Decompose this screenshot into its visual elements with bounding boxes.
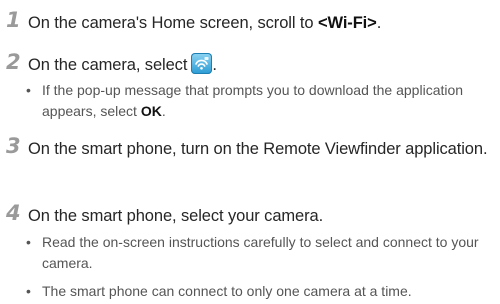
bullet-text-part: . bbox=[161, 103, 166, 119]
step-4-bullets: • Read the on-screen instructions careful… bbox=[26, 232, 490, 302]
step-text: On the smart phone, select your camera. bbox=[28, 207, 324, 225]
step-text-part: . bbox=[376, 14, 382, 32]
bullet-text: The smart phone can connect to only one … bbox=[42, 283, 412, 299]
menu-label-wifi: <Wi-Fi> bbox=[317, 14, 377, 32]
step-number: 1 bbox=[6, 8, 21, 32]
step-number: 2 bbox=[6, 50, 21, 74]
list-item: • If the pop-up message that prompts you … bbox=[26, 80, 490, 122]
ok-label: OK bbox=[140, 103, 162, 119]
step-text: On the smart phone, turn on the Remote V… bbox=[28, 140, 488, 158]
step-text: On the camera's Home screen, scroll to <… bbox=[28, 11, 496, 35]
step-text-part: On the camera, select bbox=[28, 56, 188, 74]
list-item: • The smart phone can connect to only one… bbox=[26, 281, 490, 302]
bullet-glyph: • bbox=[26, 234, 31, 250]
step-number: 3 bbox=[6, 134, 21, 158]
bullet-glyph: • bbox=[26, 82, 31, 98]
bullet-text-part: If the pop-up message that prompts you t… bbox=[42, 82, 464, 119]
bullet-glyph: • bbox=[26, 283, 31, 299]
step-2-bullets: • If the pop-up message that prompts you … bbox=[26, 80, 490, 122]
wifi-remote-viewfinder-icon bbox=[191, 53, 213, 75]
step-text-part: . bbox=[212, 56, 217, 74]
step-text-part: On the camera's Home screen, scroll to bbox=[28, 14, 318, 32]
step-text: On the camera, select . bbox=[28, 53, 496, 77]
instruction-steps: 1 On the camera's Home screen, scroll to… bbox=[0, 0, 500, 304]
list-item: • Read the on-screen instructions careful… bbox=[26, 232, 490, 274]
step-number: 4 bbox=[6, 201, 21, 225]
bullet-text: Read the on-screen instructions carefull… bbox=[42, 234, 479, 271]
